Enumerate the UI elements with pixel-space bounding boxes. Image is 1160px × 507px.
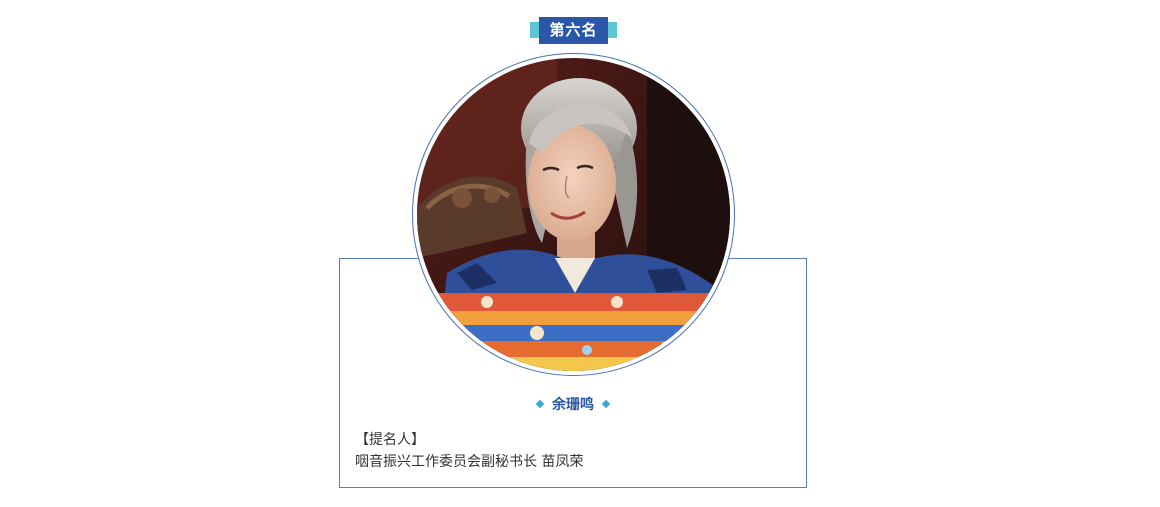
rank-label: 第六名 — [539, 17, 608, 44]
portrait-illustration — [417, 58, 730, 371]
diamond-left-icon — [535, 399, 545, 409]
nominator-detail: 咽音振兴工作委员会副秘书长 苗凤荣 — [355, 454, 584, 470]
nominator-block: 【提名人】 咽音振兴工作委员会副秘书长 苗凤荣 — [355, 429, 785, 473]
rank-badge: 第六名 — [530, 17, 617, 44]
nominee-name: 余珊鸣 — [552, 397, 594, 413]
nominator-heading: 【提名人】 — [355, 432, 425, 448]
nominee-name-row: 余珊鸣 — [339, 394, 807, 416]
diamond-right-icon — [601, 399, 611, 409]
nominee-card: 第六名 余珊鸣 【提名人】 咽音振兴工作委员会副秘书长 苗凤荣 — [0, 0, 1160, 507]
portrait-photo — [417, 58, 730, 371]
